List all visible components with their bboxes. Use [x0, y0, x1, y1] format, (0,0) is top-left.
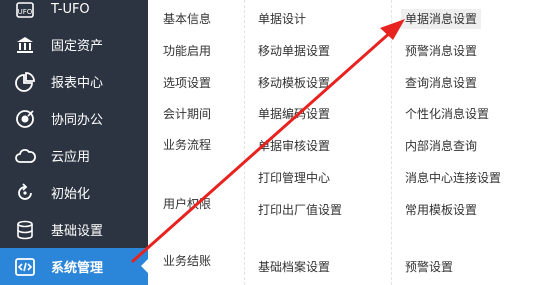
ufo-icon: UFO [14, 0, 36, 21]
sidebar-item-basic-settings[interactable]: 基础设置 [0, 211, 148, 248]
sidebar-item-cloud-apps[interactable]: 云应用 [0, 137, 148, 174]
menu-item-business-process[interactable]: 业务流程 [163, 137, 211, 153]
menu-item-basic-archive-settings[interactable]: 基础档案设置 [258, 259, 330, 275]
column-divider [391, 0, 392, 285]
menu-item-user-permissions[interactable]: 用户权限 [163, 196, 211, 212]
menu-item-mobile-template-settings[interactable]: 移动模板设置 [258, 75, 330, 91]
sidebar-item-t-ufo[interactable]: UFO T-UFO [0, 0, 148, 28]
sidebar-item-label: 固定资产 [51, 39, 104, 54]
sidebar-item-label: T-UFO [51, 2, 90, 17]
menu-item-document-audit-settings[interactable]: 单据审核设置 [258, 138, 330, 154]
menu-item-mobile-document-settings[interactable]: 移动单据设置 [258, 43, 330, 59]
refresh-icon [14, 182, 36, 204]
sidebar-item-fixed-assets[interactable]: 固定资产 [0, 26, 148, 63]
menu-item-alert-settings[interactable]: 预警设置 [405, 259, 453, 275]
svg-text:UFO: UFO [18, 8, 33, 16]
menu-item-option-settings[interactable]: 选项设置 [163, 75, 211, 91]
sidebar: UFO T-UFO 固定资产 报表中心 协同办公 云应用 初始化 基础设置 系统… [0, 0, 149, 285]
sidebar-item-collaboration[interactable]: 协同办公 [0, 100, 148, 137]
menu-item-document-message-settings[interactable]: 单据消息设置 [401, 9, 482, 29]
sidebar-item-report-center[interactable]: 报表中心 [0, 63, 148, 100]
sidebar-item-initialization[interactable]: 初始化 [0, 174, 148, 211]
target-icon [14, 108, 36, 130]
pie-chart-icon [14, 71, 36, 93]
column-divider [244, 0, 245, 285]
menu-item-business-closing[interactable]: 业务结账 [163, 253, 211, 269]
menu-item-print-factory-settings[interactable]: 打印出厂值设置 [258, 202, 342, 218]
sidebar-item-label: 协同办公 [51, 113, 104, 128]
menu-item-message-center-connection[interactable]: 消息中心连接设置 [405, 170, 501, 186]
sidebar-item-label: 云应用 [51, 150, 91, 165]
sidebar-item-label: 系统管理 [51, 261, 104, 276]
menu-item-document-code-settings[interactable]: 单据编码设置 [258, 106, 330, 122]
sidebar-item-label: 报表中心 [51, 76, 104, 91]
menu-item-accounting-period[interactable]: 会计期间 [163, 106, 211, 122]
database-icon [14, 219, 36, 241]
menu-item-query-message-settings[interactable]: 查询消息设置 [405, 75, 477, 91]
bank-icon [14, 34, 36, 56]
code-icon [14, 256, 36, 278]
sidebar-item-system-management[interactable]: 系统管理 [0, 248, 149, 285]
menu-item-common-template-settings[interactable]: 常用模板设置 [405, 202, 477, 218]
menu-item-alert-message-settings[interactable]: 预警消息设置 [405, 43, 477, 59]
menu-item-document-design[interactable]: 单据设计 [258, 11, 306, 27]
menu-item-basic-info[interactable]: 基本信息 [163, 11, 211, 27]
cloud-icon [14, 145, 36, 167]
sidebar-item-label: 基础设置 [51, 224, 104, 239]
menu-item-feature-enable[interactable]: 功能启用 [163, 43, 211, 59]
sidebar-item-label: 初始化 [51, 187, 91, 202]
menu-item-personalized-message-settings[interactable]: 个性化消息设置 [405, 106, 489, 122]
menu-item-internal-message-query[interactable]: 内部消息查询 [405, 138, 477, 154]
menu-item-print-management[interactable]: 打印管理中心 [258, 170, 330, 186]
